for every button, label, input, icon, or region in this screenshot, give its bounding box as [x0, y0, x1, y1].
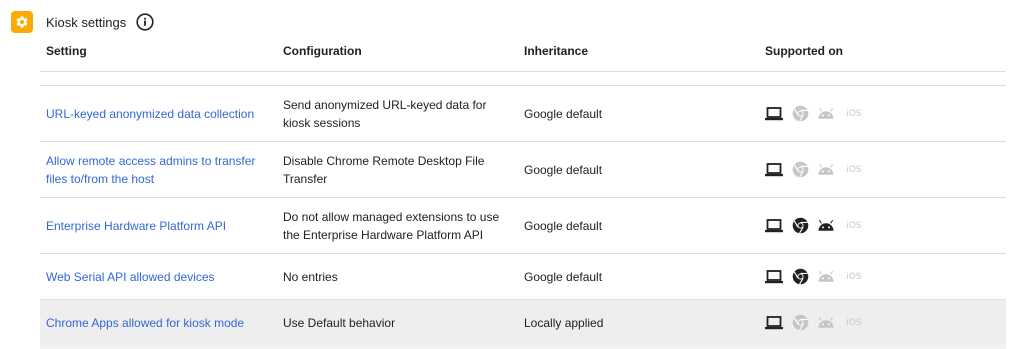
- setting-cell: Enterprise Hardware Platform API: [46, 198, 271, 253]
- supported-on-cell: iOS: [765, 254, 965, 299]
- configuration-cell: Send anonymized URL-keyed data for kiosk …: [283, 86, 511, 141]
- chrome-icon: [791, 268, 809, 286]
- inheritance-cell: Google default: [524, 254, 724, 299]
- configuration-cell: No entries: [283, 254, 511, 299]
- inheritance-value: Google default: [524, 106, 603, 121]
- setting-name-line1: URL-keyed anonymized data collection: [46, 106, 255, 121]
- configuration-line2: Transfer: [283, 171, 328, 186]
- setting-name-line1: Allow remote access admins to transfer: [46, 153, 256, 168]
- laptop-icon: [765, 268, 783, 286]
- setting-link[interactable]: URL-keyed anonymized data collection: [46, 105, 254, 123]
- configuration-line1: Do not allow managed extensions to use: [283, 209, 500, 224]
- supported-on-cell: iOS: [765, 142, 965, 197]
- android-icon: [817, 268, 835, 286]
- column-header-configuration: Configuration: [283, 44, 362, 58]
- setting-link[interactable]: Web Serial API allowed devices: [46, 268, 215, 286]
- configuration-line1: No entries: [283, 269, 338, 284]
- setting-link[interactable]: Enterprise Hardware Platform API: [46, 217, 226, 235]
- table-bottom-edge: [40, 345, 1006, 349]
- table-header: Setting Configuration Inheritance Suppor…: [40, 34, 1006, 72]
- setting-name-line2: files to/from the host: [46, 171, 155, 186]
- section-title: Kiosk settings: [46, 14, 127, 30]
- configuration-cell: Disable Chrome Remote Desktop File Transf…: [283, 142, 511, 197]
- setting-name-line1: Chrome Apps allowed for kiosk mode: [46, 315, 245, 330]
- supported-on-cell: iOS: [765, 300, 965, 345]
- laptop-icon: [765, 105, 783, 123]
- column-header-inheritance: Inheritance: [524, 44, 589, 58]
- table-spacer: [40, 72, 1006, 86]
- laptop-icon: [765, 161, 783, 179]
- ios-icon: iOS: [846, 108, 862, 119]
- inheritance-cell: Google default: [524, 142, 724, 197]
- table-row: Web Serial API allowed devices No entrie…: [40, 254, 1006, 300]
- inheritance-value: Google default: [524, 269, 603, 284]
- kiosk-settings-panel: Kiosk settings Setting Configuration Inh…: [0, 0, 1024, 349]
- inheritance-value: Google default: [524, 162, 603, 177]
- column-header-supported-on: Supported on: [765, 44, 843, 58]
- ios-icon: iOS: [846, 271, 862, 282]
- configuration-line2: the Enterprise Hardware Platform API: [283, 227, 484, 242]
- table-row: Chrome Apps allowed for kiosk mode Use D…: [40, 300, 1006, 346]
- inheritance-cell: Locally applied: [524, 300, 724, 345]
- chrome-icon: [791, 161, 809, 179]
- inheritance-value: Google default: [524, 218, 603, 233]
- inheritance-cell: Google default: [524, 86, 724, 141]
- configuration-line1: Use Default behavior: [283, 315, 396, 330]
- setting-cell: URL-keyed anonymized data collection: [46, 86, 271, 141]
- chrome-icon: [791, 217, 809, 235]
- android-icon: [817, 217, 835, 235]
- ios-icon: iOS: [846, 317, 862, 328]
- table-row: URL-keyed anonymized data collection Sen…: [40, 86, 1006, 142]
- laptop-icon: [765, 217, 783, 235]
- info-icon[interactable]: [136, 13, 154, 31]
- configuration-line1: Send anonymized URL-keyed data for: [283, 97, 487, 112]
- configuration-line1: Disable Chrome Remote Desktop File: [283, 153, 485, 168]
- setting-link[interactable]: Allow remote access admins to transfer fi…: [46, 152, 255, 188]
- setting-link[interactable]: Chrome Apps allowed for kiosk mode: [46, 314, 244, 332]
- chrome-icon: [791, 314, 809, 332]
- inheritance-cell: Google default: [524, 198, 724, 253]
- section-header: Kiosk settings: [11, 10, 154, 34]
- setting-cell: Chrome Apps allowed for kiosk mode: [46, 300, 271, 345]
- android-icon: [817, 105, 835, 123]
- supported-on-cell: iOS: [765, 198, 965, 253]
- inheritance-value: Locally applied: [524, 315, 604, 330]
- supported-on-cell: iOS: [765, 86, 965, 141]
- configuration-cell: Use Default behavior: [283, 300, 511, 345]
- setting-name-line1: Web Serial API allowed devices: [46, 269, 215, 284]
- settings-table: Setting Configuration Inheritance Suppor…: [40, 34, 1006, 346]
- gear-icon: [11, 11, 33, 33]
- android-icon: [817, 161, 835, 179]
- laptop-icon: [765, 314, 783, 332]
- table-row: Allow remote access admins to transfer fi…: [40, 142, 1006, 198]
- setting-cell: Web Serial API allowed devices: [46, 254, 271, 299]
- ios-icon: iOS: [846, 164, 862, 175]
- setting-cell: Allow remote access admins to transfer fi…: [46, 142, 271, 197]
- ios-icon: iOS: [846, 220, 862, 231]
- configuration-line2: kiosk sessions: [283, 115, 361, 130]
- table-row: Enterprise Hardware Platform API Do not …: [40, 198, 1006, 254]
- chrome-icon: [791, 105, 809, 123]
- setting-name-line1: Enterprise Hardware Platform API: [46, 218, 227, 233]
- column-header-setting: Setting: [46, 44, 87, 58]
- configuration-cell: Do not allow managed extensions to use th…: [283, 198, 511, 253]
- android-icon: [817, 314, 835, 332]
